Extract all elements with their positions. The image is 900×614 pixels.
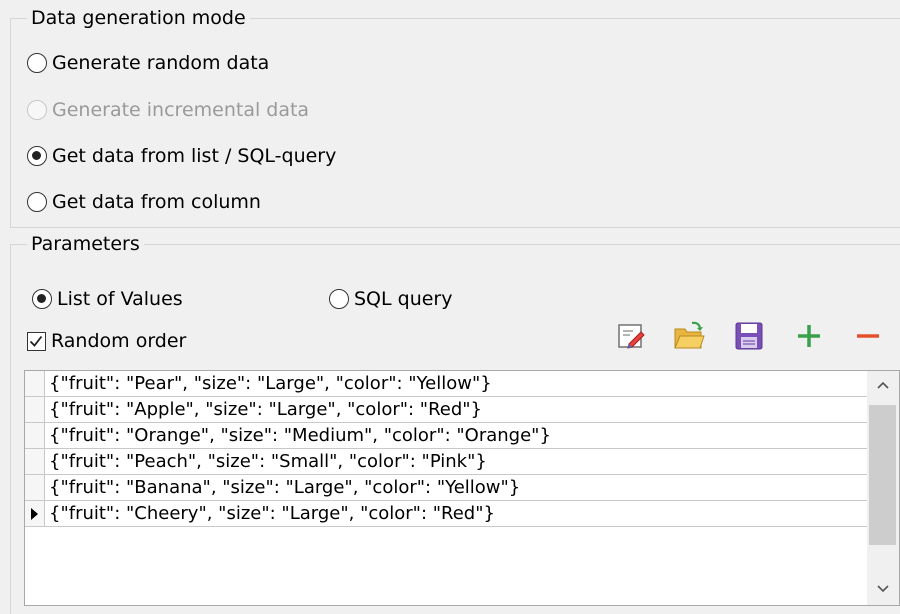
scroll-down-button[interactable] bbox=[867, 577, 899, 601]
current-row-arrow-icon bbox=[31, 508, 38, 520]
row-indicator[interactable] bbox=[25, 475, 45, 500]
list-of-values-label: List of Values bbox=[57, 288, 183, 310]
chevron-down-icon bbox=[877, 585, 889, 593]
get-data-from-list-radio[interactable]: Get data from list / SQL-query bbox=[27, 145, 336, 167]
table-row[interactable]: {"fruit": "Apple", "size": "Large", "col… bbox=[25, 397, 868, 423]
chevron-up-icon bbox=[877, 381, 889, 389]
generate-random-data-radio[interactable]: Generate random data bbox=[27, 52, 269, 74]
sql-query-label: SQL query bbox=[354, 288, 453, 310]
radio-circle[interactable] bbox=[32, 289, 52, 309]
row-value[interactable]: {"fruit": "Peach", "size": "Small", "col… bbox=[49, 449, 487, 475]
row-indicator[interactable] bbox=[25, 371, 45, 396]
radio-circle[interactable] bbox=[329, 289, 349, 309]
row-value[interactable]: {"fruit": "Banana", "size": "Large", "co… bbox=[49, 475, 520, 501]
row-value[interactable]: {"fruit": "Orange", "size": "Medium", "c… bbox=[49, 423, 551, 449]
edit-icon bbox=[618, 324, 645, 349]
generate-incremental-data-label: Generate incremental data bbox=[52, 99, 310, 121]
checkbox-box[interactable] bbox=[27, 331, 46, 351]
remove-row-button[interactable] bbox=[852, 320, 884, 352]
table-row[interactable]: {"fruit": "Pear", "size": "Large", "colo… bbox=[25, 371, 868, 397]
table-row[interactable]: {"fruit": "Banana", "size": "Large", "co… bbox=[25, 475, 868, 501]
save-icon bbox=[735, 322, 763, 350]
radio-circle[interactable] bbox=[27, 146, 47, 166]
row-indicator[interactable] bbox=[25, 501, 45, 526]
get-data-from-column-radio[interactable]: Get data from column bbox=[27, 191, 261, 213]
generate-random-data-label: Generate random data bbox=[52, 52, 270, 74]
radio-circle bbox=[27, 100, 47, 120]
add-row-button[interactable] bbox=[793, 320, 825, 352]
row-value[interactable]: {"fruit": "Apple", "size": "Large", "col… bbox=[49, 397, 482, 423]
random-order-checkbox[interactable]: Random order bbox=[27, 330, 186, 352]
row-value[interactable]: {"fruit": "Pear", "size": "Large", "colo… bbox=[49, 371, 492, 397]
parameters-title: Parameters bbox=[27, 231, 144, 257]
list-of-values-radio[interactable]: List of Values bbox=[32, 288, 183, 310]
scroll-thumb[interactable] bbox=[869, 405, 896, 545]
open-folder-icon bbox=[674, 321, 705, 349]
data-generation-mode-title: Data generation mode bbox=[27, 5, 250, 31]
scroll-up-button[interactable] bbox=[867, 373, 899, 397]
save-file-button[interactable] bbox=[733, 320, 765, 352]
table-row-current[interactable]: {"fruit": "Cheery", "size": "Large", "co… bbox=[25, 501, 868, 527]
remove-icon bbox=[857, 334, 879, 338]
vertical-scrollbar[interactable] bbox=[867, 371, 899, 605]
row-indicator[interactable] bbox=[25, 423, 45, 448]
row-indicator[interactable] bbox=[25, 449, 45, 474]
check-icon bbox=[29, 335, 43, 347]
sql-query-radio[interactable]: SQL query bbox=[329, 288, 453, 310]
radio-circle[interactable] bbox=[27, 192, 47, 212]
table-row[interactable]: {"fruit": "Orange", "size": "Medium", "c… bbox=[25, 423, 868, 449]
table-row[interactable]: {"fruit": "Peach", "size": "Small", "col… bbox=[25, 449, 868, 475]
row-value[interactable]: {"fruit": "Cheery", "size": "Large", "co… bbox=[49, 501, 495, 527]
generate-incremental-data-radio: Generate incremental data bbox=[27, 99, 309, 121]
get-data-from-list-label: Get data from list / SQL-query bbox=[52, 145, 337, 167]
radio-circle[interactable] bbox=[27, 53, 47, 73]
get-data-from-column-label: Get data from column bbox=[52, 191, 261, 213]
add-icon bbox=[798, 325, 820, 347]
row-indicator[interactable] bbox=[25, 397, 45, 422]
edit-list-button[interactable] bbox=[615, 320, 647, 352]
random-order-label: Random order bbox=[51, 330, 187, 352]
values-grid[interactable]: {"fruit": "Pear", "size": "Large", "colo… bbox=[24, 370, 900, 606]
open-file-button[interactable] bbox=[673, 320, 705, 352]
